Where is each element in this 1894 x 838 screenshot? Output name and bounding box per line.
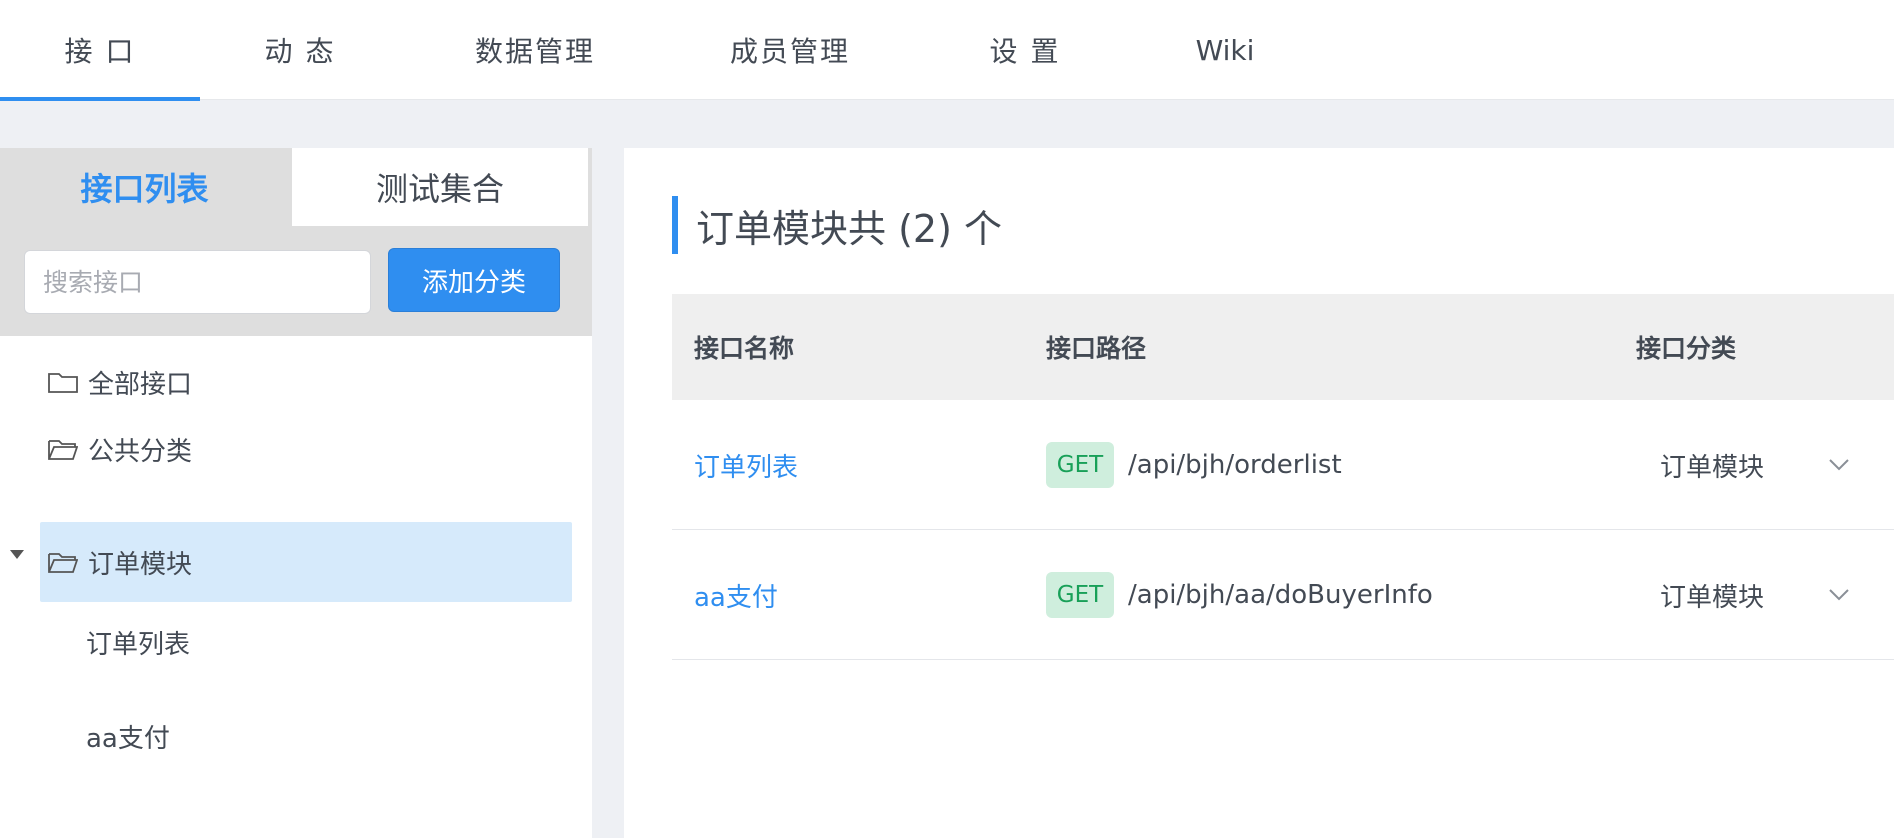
caret-down-icon[interactable] bbox=[10, 550, 24, 559]
api-path: /api/bjh/aa/doBuyerInfo bbox=[1128, 580, 1433, 610]
method-tag: GET bbox=[1046, 572, 1114, 618]
tree-item-label: 订单模块 bbox=[88, 549, 193, 580]
nav-tab-wiki[interactable]: Wiki bbox=[1180, 0, 1270, 100]
interface-table: 接口名称 接口路径 接口分类 订单列表 GET /api/bjh/orderli… bbox=[672, 294, 1894, 660]
tree-item-label: 全部接口 bbox=[88, 369, 193, 400]
category-value: 订单模块 bbox=[1660, 452, 1765, 483]
api-name-link[interactable]: aa支付 bbox=[694, 577, 778, 614]
page-title: 订单模块共 (2) 个 bbox=[696, 206, 1002, 251]
nav-tab-activity[interactable]: 动 态 bbox=[240, 0, 360, 100]
tree-item-label: 公共分类 bbox=[88, 436, 193, 467]
folder-open-icon bbox=[48, 440, 78, 460]
nav-tab-data-management[interactable]: 数据管理 bbox=[460, 0, 610, 100]
method-tag: GET bbox=[1046, 442, 1114, 488]
column-header-path: 接口路径 bbox=[1046, 334, 1147, 363]
nav-tab-api[interactable]: 接 口 bbox=[0, 0, 200, 101]
folder-open-icon bbox=[48, 553, 78, 573]
tree-item-public-category[interactable]: 公共分类 bbox=[40, 409, 572, 489]
column-header-category: 接口分类 bbox=[1636, 334, 1737, 363]
sidebar-scrollbar[interactable] bbox=[592, 148, 624, 838]
tree-item-order-module[interactable]: 订单模块 bbox=[40, 522, 572, 602]
title-accent-bar bbox=[672, 196, 678, 254]
search-row: 添加分类 bbox=[0, 226, 592, 336]
search-input[interactable] bbox=[24, 250, 371, 314]
table-header: 接口名称 接口路径 接口分类 bbox=[672, 294, 1894, 400]
chevron-down-icon bbox=[1829, 589, 1849, 601]
nav-tab-settings[interactable]: 设 置 bbox=[970, 0, 1080, 100]
main-content: 订单模块共 (2) 个 接口名称 接口路径 接口分类 订单列表 GET /api… bbox=[624, 148, 1894, 838]
folder-icon bbox=[48, 373, 78, 393]
tab-test-collection[interactable]: 测试集合 bbox=[292, 148, 588, 226]
category-value: 订单模块 bbox=[1660, 582, 1765, 613]
tree-child-aa-pay[interactable]: aa支付 bbox=[86, 706, 170, 766]
interface-sidebar: 接口列表 测试集合 添加分类 全部接口 公共分类 订单模块 订单列表 aa支付 bbox=[0, 148, 592, 838]
top-nav: 接 口 动 态 数据管理 成员管理 设 置 Wiki bbox=[0, 0, 1894, 101]
nav-tab-member-management[interactable]: 成员管理 bbox=[715, 0, 865, 100]
api-name-link[interactable]: 订单列表 bbox=[694, 447, 798, 484]
add-category-button[interactable]: 添加分类 bbox=[388, 248, 560, 312]
category-select[interactable]: 订单模块 bbox=[1660, 400, 1850, 530]
table-row: 订单列表 GET /api/bjh/orderlist 订单模块 bbox=[672, 400, 1894, 530]
sidebar-tabs: 接口列表 测试集合 bbox=[0, 148, 592, 226]
tree-child-order-list[interactable]: 订单列表 bbox=[86, 612, 190, 672]
chevron-down-icon bbox=[1829, 459, 1849, 471]
api-path: /api/bjh/orderlist bbox=[1128, 450, 1342, 480]
column-header-name: 接口名称 bbox=[694, 334, 795, 363]
tab-interface-list[interactable]: 接口列表 bbox=[0, 148, 289, 226]
category-select[interactable]: 订单模块 bbox=[1660, 530, 1850, 660]
table-row: aa支付 GET /api/bjh/aa/doBuyerInfo 订单模块 bbox=[672, 530, 1894, 660]
